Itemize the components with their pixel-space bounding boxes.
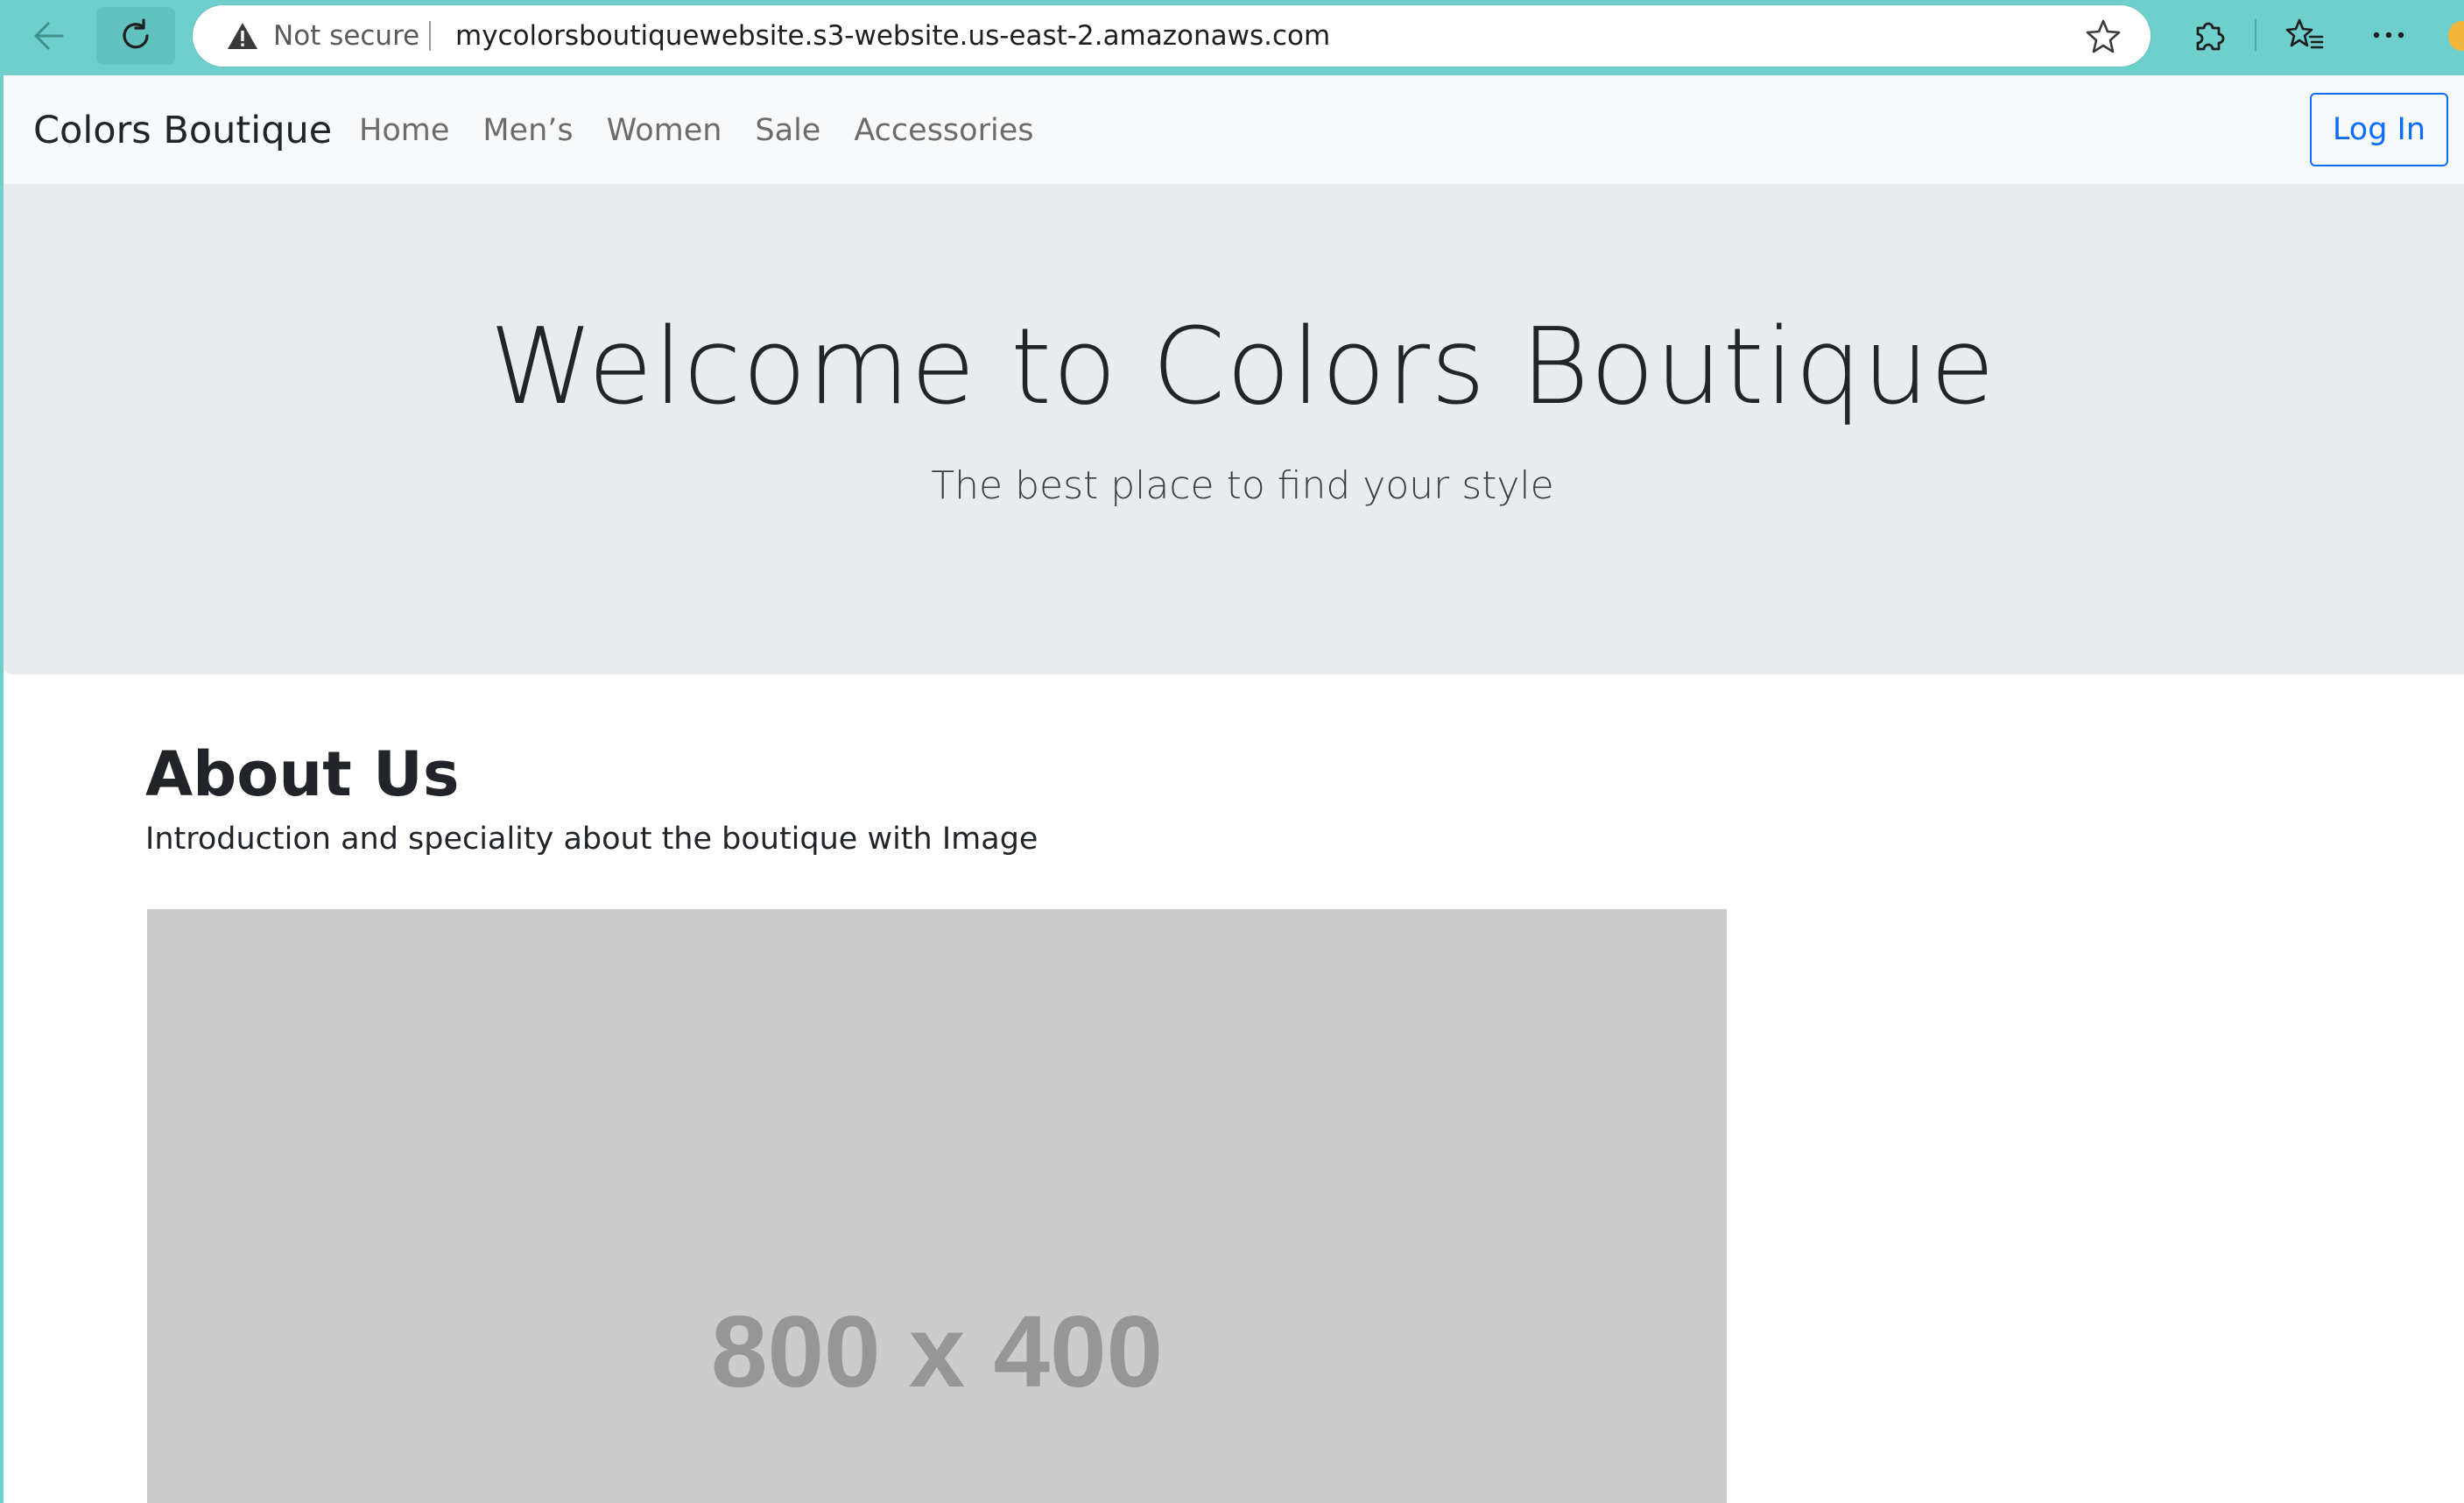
address-bar[interactable]: Not secure mycolorsboutiquewebsite.s3-we… — [193, 5, 2151, 67]
browser-toolbar: Not secure mycolorsboutiquewebsite.s3-we… — [0, 0, 2464, 75]
more-icon — [2373, 32, 2404, 39]
web-page: Colors Boutique Home Men’s Women Sale Ac… — [0, 75, 2464, 1503]
about-title: About Us — [145, 738, 460, 810]
back-arrow-icon — [34, 22, 64, 50]
about-image-placeholder: 800 x 400 — [147, 909, 1727, 1503]
nav-link-accessories[interactable]: Accessories — [854, 110, 1033, 151]
nav-link-sale[interactable]: Sale — [755, 110, 820, 151]
extensions-icon — [2196, 22, 2225, 51]
nav-link-mens[interactable]: Men’s — [482, 110, 573, 151]
login-button[interactable]: Log In — [2310, 93, 2448, 166]
favorites-button[interactable] — [2285, 16, 2324, 54]
brand-logo-text[interactable]: Colors Boutique — [33, 109, 332, 152]
reload-button[interactable] — [96, 7, 175, 65]
address-divider — [429, 21, 431, 51]
site-navbar: Colors Boutique Home Men’s Women Sale Ac… — [4, 75, 2464, 184]
reload-icon — [123, 18, 149, 49]
security-status[interactable]: Not secure — [273, 19, 419, 53]
nav-link-women[interactable]: Women — [607, 110, 722, 151]
about-text: Introduction and speciality about the bo… — [145, 822, 1038, 857]
favorites-icon — [2285, 18, 2324, 49]
hero-subtitle: The best place to find your style — [931, 463, 1554, 508]
star-icon[interactable] — [2086, 18, 2121, 53]
url-text[interactable]: mycolorsboutiquewebsite.s3-website.us-ea… — [455, 19, 1330, 53]
warning-icon[interactable] — [226, 21, 259, 51]
back-button[interactable] — [9, 7, 88, 65]
more-button[interactable] — [2369, 16, 2408, 54]
placeholder-size-label: 800 x 400 — [710, 1295, 1164, 1408]
toolbar-divider — [2255, 19, 2256, 51]
about-section: About Us Introduction and speciality abo… — [145, 737, 1038, 858]
profile-avatar[interactable] — [2448, 21, 2464, 51]
nav-link-home[interactable]: Home — [359, 110, 449, 151]
nav-links: Home Men’s Women Sale Accessories — [359, 110, 1033, 151]
hero-banner: Welcome to Colors Boutique The best plac… — [4, 184, 2464, 674]
extensions-button[interactable] — [2189, 16, 2228, 54]
hero-title: Welcome to Colors Boutique — [489, 307, 1996, 428]
